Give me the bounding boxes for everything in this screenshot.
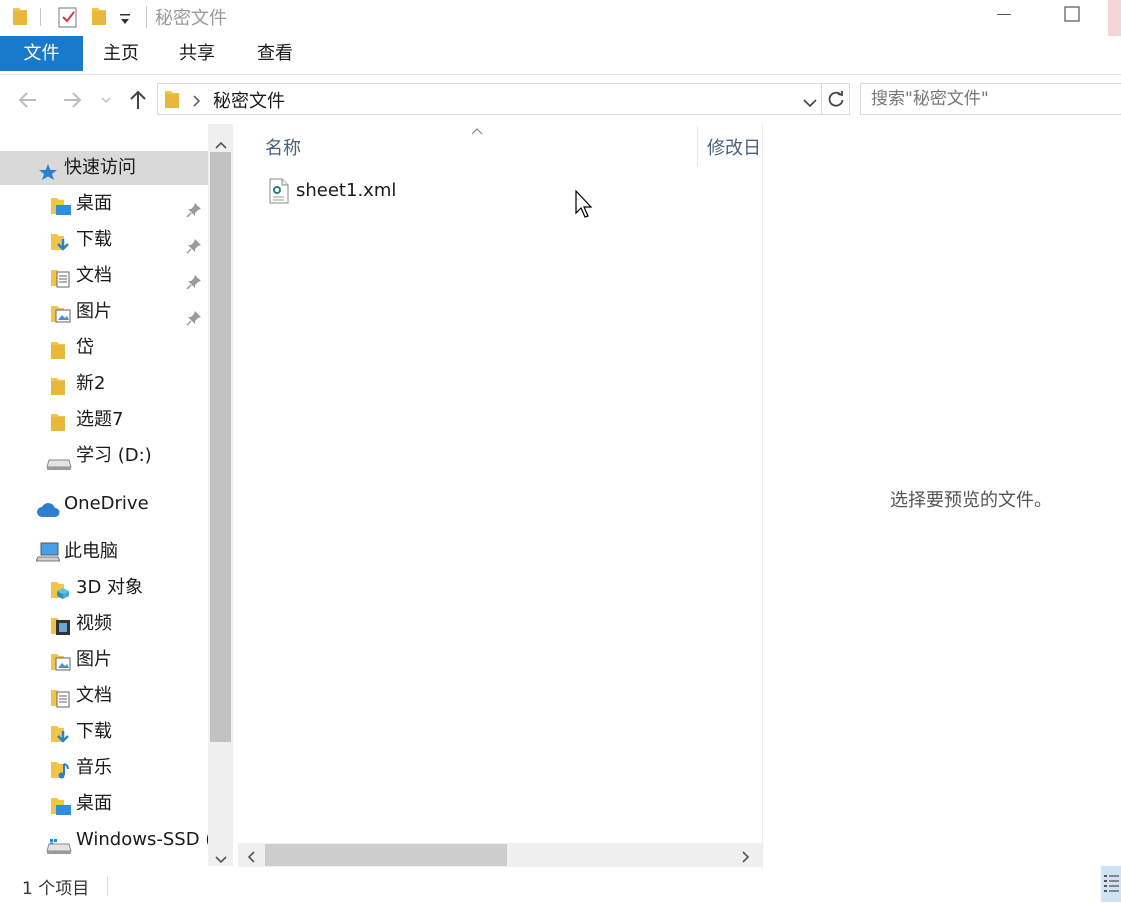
- folder-icon: [12, 6, 28, 31]
- tab-home[interactable]: 主页: [92, 36, 150, 71]
- nav-label: 图片: [76, 301, 112, 322]
- nav-label: 下载: [76, 229, 112, 250]
- chevron-down-icon[interactable]: [802, 93, 818, 114]
- nav-label: 快速访问: [64, 157, 136, 178]
- status-item-count: 1 个项目: [22, 879, 90, 899]
- horizontal-scrollbar-thumb[interactable]: [265, 844, 507, 866]
- details-view-button[interactable]: [1101, 866, 1121, 902]
- search-input[interactable]: [860, 83, 1121, 115]
- chevron-right-icon[interactable]: [192, 92, 202, 113]
- preview-message: 选择要预览的文件。: [890, 490, 1052, 511]
- nav-label: 学习 (D:): [76, 445, 152, 466]
- column-header-date[interactable]: 修改日: [707, 134, 761, 160]
- separator: [107, 876, 108, 896]
- forward-button[interactable]: [60, 88, 84, 112]
- nav-label: 桌面: [76, 793, 112, 814]
- drive-icon: [46, 833, 72, 866]
- tab-file[interactable]: 文件: [0, 36, 83, 71]
- breadcrumb-segment[interactable]: 秘密文件: [213, 87, 285, 113]
- ribbon-tabs: 文件 主页 共享 查看: [0, 36, 1121, 75]
- navigation-pane: 快速访问 桌面 下载 文档 图片 岱 新2 选题7 学习 (D:) OneDri…: [0, 124, 208, 866]
- nav-label: 音乐: [76, 757, 112, 778]
- nav-label: 下载: [76, 721, 112, 742]
- folder-icon: [164, 89, 180, 114]
- tab-share[interactable]: 共享: [168, 36, 226, 71]
- nav-item-documents[interactable]: 文档: [0, 259, 208, 293]
- tab-view[interactable]: 查看: [246, 36, 304, 71]
- refresh-button[interactable]: [822, 83, 850, 115]
- file-name: sheet1.xml: [296, 180, 397, 201]
- nav-item-videos[interactable]: 视频: [0, 607, 208, 641]
- separator: [40, 8, 41, 26]
- separator: [146, 6, 147, 28]
- drive-icon: [46, 449, 72, 483]
- nav-item-documents[interactable]: 文档: [0, 679, 208, 713]
- nav-item-desktop[interactable]: 桌面: [0, 787, 208, 821]
- nav-label: OneDrive: [64, 493, 149, 514]
- up-button[interactable]: [126, 88, 150, 112]
- nav-label: 此电脑: [64, 541, 118, 562]
- nav-quick-access[interactable]: 快速访问: [0, 151, 208, 185]
- chevron-left-icon[interactable]: [246, 848, 256, 869]
- nav-label: 图片: [76, 649, 112, 670]
- new-folder-icon[interactable]: [91, 6, 107, 31]
- nav-this-pc[interactable]: 此电脑: [0, 535, 208, 569]
- nav-item-pictures[interactable]: 图片: [0, 295, 208, 329]
- nav-label: 视频: [76, 613, 112, 634]
- close-button[interactable]: [1108, 0, 1121, 36]
- nav-label: Windows-SSD (: [76, 829, 208, 850]
- cloud-icon: [36, 496, 60, 530]
- nav-item-drive-c[interactable]: Windows-SSD (: [0, 823, 208, 857]
- nav-item-folder[interactable]: 选题7: [0, 403, 208, 437]
- customize-toolbar-dropdown-icon[interactable]: [119, 10, 131, 31]
- nav-onedrive[interactable]: OneDrive: [0, 487, 208, 521]
- nav-item-drive-d[interactable]: 学习 (D:): [0, 439, 208, 473]
- nav-label: 3D 对象: [76, 577, 144, 598]
- computer-icon: [35, 541, 61, 575]
- column-divider[interactable]: [697, 126, 698, 166]
- nav-label: 新2: [76, 373, 106, 394]
- nav-item-downloads[interactable]: 下载: [0, 223, 208, 257]
- nav-label: 文档: [76, 265, 112, 286]
- nav-item-3d-objects[interactable]: 3D 对象: [0, 571, 208, 605]
- properties-icon[interactable]: [58, 6, 78, 33]
- sort-ascending-icon: [470, 120, 484, 141]
- address-bar[interactable]: 秘密文件: [157, 83, 822, 115]
- nav-label: 桌面: [76, 193, 112, 214]
- nav-item-desktop[interactable]: 桌面: [0, 187, 208, 221]
- back-button[interactable]: [16, 88, 40, 112]
- column-header-name[interactable]: 名称: [265, 134, 301, 160]
- mouse-cursor-icon: [575, 189, 595, 225]
- title-bar: 秘密文件: [0, 0, 1121, 36]
- nav-scrollbar-thumb[interactable]: [210, 152, 231, 742]
- nav-item-pictures[interactable]: 图片: [0, 643, 208, 677]
- nav-label: 文档: [76, 685, 112, 706]
- nav-item-music[interactable]: 音乐: [0, 751, 208, 785]
- chevron-down-icon[interactable]: [214, 849, 228, 870]
- chevron-right-icon[interactable]: [741, 848, 751, 869]
- minimize-button[interactable]: [990, 0, 1018, 30]
- nav-label: 选题7: [76, 409, 124, 430]
- window-title: 秘密文件: [155, 8, 227, 29]
- nav-label: 岱: [76, 337, 94, 358]
- preview-pane-divider[interactable]: [762, 124, 763, 868]
- nav-item-folder[interactable]: 新2: [0, 367, 208, 401]
- xml-file-icon: [268, 178, 290, 209]
- recent-locations-dropdown[interactable]: [98, 88, 114, 112]
- nav-item-downloads[interactable]: 下载: [0, 715, 208, 749]
- maximize-button[interactable]: [1044, 0, 1100, 30]
- nav-item-folder[interactable]: 岱: [0, 331, 208, 365]
